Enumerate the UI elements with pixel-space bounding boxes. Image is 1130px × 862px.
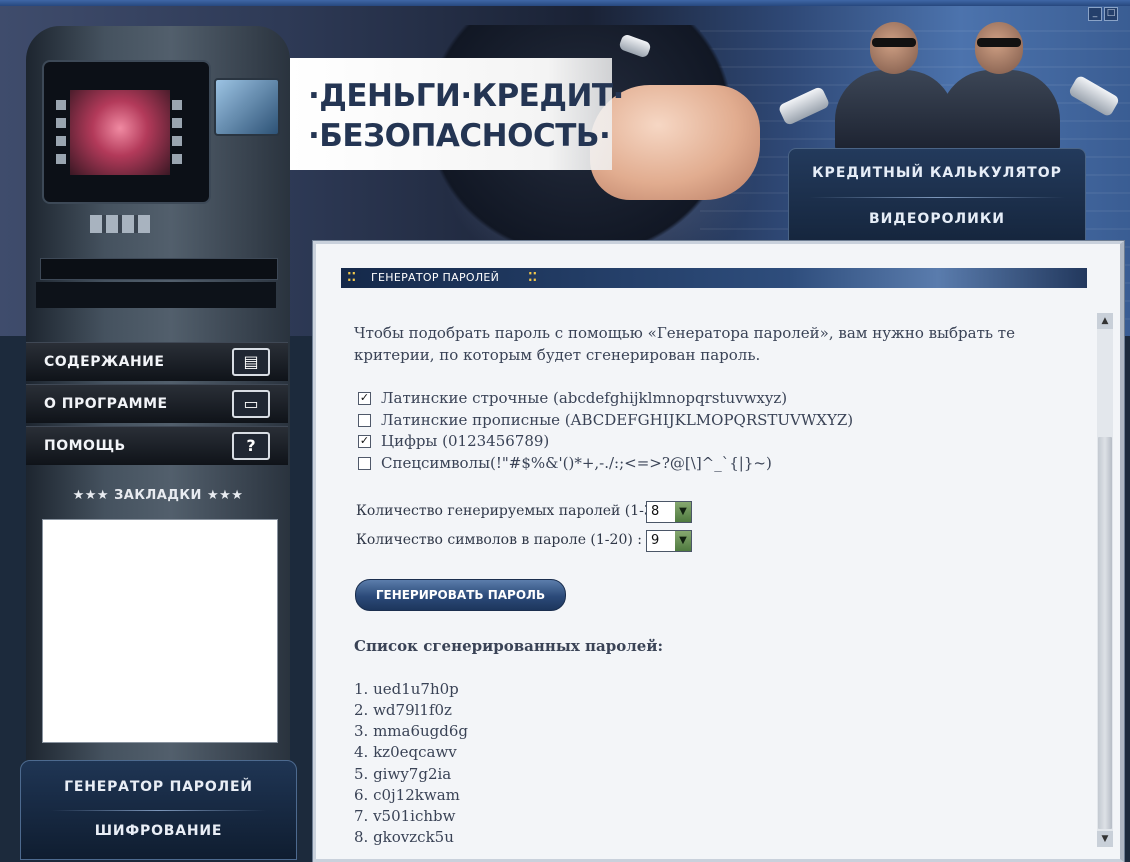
nav-contents[interactable]: СОДЕРЖАНИЕ ▤ xyxy=(26,342,288,381)
password-item: 7. v501ichbw xyxy=(354,807,456,825)
menu-credit-calculator[interactable]: КРЕДИТНЫЙ КАЛЬКУЛЯТОР xyxy=(789,165,1085,181)
password-item: 1. ued1u7h0p xyxy=(354,680,459,698)
section-title: ГЕНЕРАТОР ПАРОЛЕЙ xyxy=(371,271,500,284)
scroll-up-icon[interactable]: ▲ xyxy=(1097,313,1113,329)
option-digits[interactable]: ✓ Цифры (0123456789) xyxy=(358,431,549,451)
password-item: 2. wd79l1f0z xyxy=(354,701,452,719)
nav-about-label: О ПРОГРАММЕ xyxy=(44,396,168,412)
bookmarks-title: ★★★ ЗАКЛАДКИ ★★★ xyxy=(72,488,244,503)
password-item: 4. kz0eqcawv xyxy=(354,743,457,761)
count-label: Количество генерируемых паролей (1-30) : xyxy=(356,503,677,519)
chevron-down-icon[interactable]: ▼ xyxy=(675,502,691,522)
password-item: 3. mma6ugd6g xyxy=(354,722,469,740)
length-value: 9 xyxy=(651,533,660,548)
atm-screen-image xyxy=(70,90,170,175)
atm-key xyxy=(172,100,182,110)
nav-help-label: ПОМОЩЬ xyxy=(44,438,126,454)
option-special[interactable]: Спецсимволы(!"#$%&'()*+,-./:;<=>?@[\]^_`… xyxy=(358,453,772,473)
menu-videos[interactable]: ВИДЕОРОЛИКИ xyxy=(789,211,1085,227)
top-right-menu: КРЕДИТНЫЙ КАЛЬКУЛЯТОР ВИДЕОРОЛИКИ xyxy=(788,148,1086,246)
atm-key xyxy=(172,136,182,146)
password-item: 8. gkovzck5u xyxy=(354,828,454,846)
option-uppercase-label: Латинские прописные (ABCDEFGHIJKLMOPQRST… xyxy=(381,411,854,429)
nav-help[interactable]: ПОМОЩЬ ? xyxy=(26,426,288,465)
checkbox-special[interactable] xyxy=(358,456,371,470)
guard-image-1 xyxy=(835,22,955,152)
nav-contents-label: СОДЕРЖАНИЕ xyxy=(44,354,165,370)
menu-password-generator[interactable]: ГЕНЕРАТОР ПАРОЛЕЙ xyxy=(21,779,296,795)
length-select[interactable]: 9 ▼ xyxy=(646,530,692,552)
atm-camera-screen xyxy=(214,78,280,136)
generate-password-button[interactable]: ГЕНЕРИРОВАТЬ ПАРОЛЬ xyxy=(355,579,566,611)
title-card: ·ДЕНЬГИ·КРЕДИТ· ·БЕЗОПАСНОСТЬ· xyxy=(290,58,624,170)
atm-key xyxy=(172,118,182,128)
guard-image-2 xyxy=(940,22,1060,152)
title-line-2: ·БЕЗОПАСНОСТЬ· xyxy=(308,118,611,154)
option-digits-label: Цифры (0123456789) xyxy=(381,432,550,450)
dots-icon: ⁚⁚ xyxy=(528,270,538,284)
book-icon: ▤ xyxy=(232,348,270,376)
atm-key xyxy=(56,154,66,164)
card-icon: ▭ xyxy=(232,390,270,418)
password-list-title: Список сгенерированных паролей: xyxy=(354,637,664,655)
chevron-down-icon[interactable]: ▼ xyxy=(675,531,691,551)
help-icon: ? xyxy=(232,432,270,460)
scroll-down-icon[interactable]: ▼ xyxy=(1097,831,1113,847)
password-item: 5. giwy7g2ia xyxy=(354,765,452,783)
minimize-icon[interactable]: _ xyxy=(1088,7,1102,21)
bookmarks-list[interactable] xyxy=(42,519,278,743)
scrollbar-thumb[interactable] xyxy=(1098,437,1112,829)
atm-key xyxy=(172,154,182,164)
atm-keypad xyxy=(90,215,150,233)
bottom-left-menu: ГЕНЕРАТОР ПАРОЛЕЙ ШИФРОВАНИЕ xyxy=(20,760,297,860)
option-special-label: Спецсимволы(!"#$%&'()*+,-./:;<=>?@[\]^_`… xyxy=(381,454,772,472)
length-label: Количество символов в пароле (1-20) : xyxy=(356,532,642,548)
checkbox-uppercase[interactable] xyxy=(358,413,371,427)
intro-text: Чтобы подобрать пароль с помощью «Генера… xyxy=(354,324,1015,364)
maximize-icon[interactable]: □ xyxy=(1104,7,1118,21)
atm-cash-tray xyxy=(36,282,276,308)
menu-encryption[interactable]: ШИФРОВАНИЕ xyxy=(21,823,296,839)
atm-key xyxy=(56,118,66,128)
checkbox-lowercase[interactable]: ✓ xyxy=(358,391,371,405)
dots-icon: ⁚⁚ xyxy=(347,270,357,284)
count-value: 8 xyxy=(651,504,660,519)
checkbox-digits[interactable]: ✓ xyxy=(358,434,371,448)
section-header: ⁚⁚ ГЕНЕРАТОР ПАРОЛЕЙ ⁚⁚ xyxy=(341,268,1087,288)
atm-card-slot xyxy=(40,258,278,280)
option-lowercase-label: Латинские строчные (abcdefghijklmnopqrst… xyxy=(381,389,788,407)
atm-key xyxy=(56,136,66,146)
password-item: 6. c0j12kwam xyxy=(354,786,460,804)
window-controls: _ □ xyxy=(1088,7,1128,21)
option-lowercase[interactable]: ✓ Латинские строчные (abcdefghijklmnopqr… xyxy=(358,388,787,408)
nav-about[interactable]: О ПРОГРАММЕ ▭ xyxy=(26,384,288,423)
atm-key xyxy=(56,100,66,110)
title-line-1: ·ДЕНЬГИ·КРЕДИТ· xyxy=(308,78,624,114)
count-select[interactable]: 8 ▼ xyxy=(646,501,692,523)
left-nav: СОДЕРЖАНИЕ ▤ О ПРОГРАММЕ ▭ ПОМОЩЬ ? xyxy=(26,340,290,470)
option-uppercase[interactable]: Латинские прописные (ABCDEFGHIJKLMOPQRST… xyxy=(358,410,853,430)
